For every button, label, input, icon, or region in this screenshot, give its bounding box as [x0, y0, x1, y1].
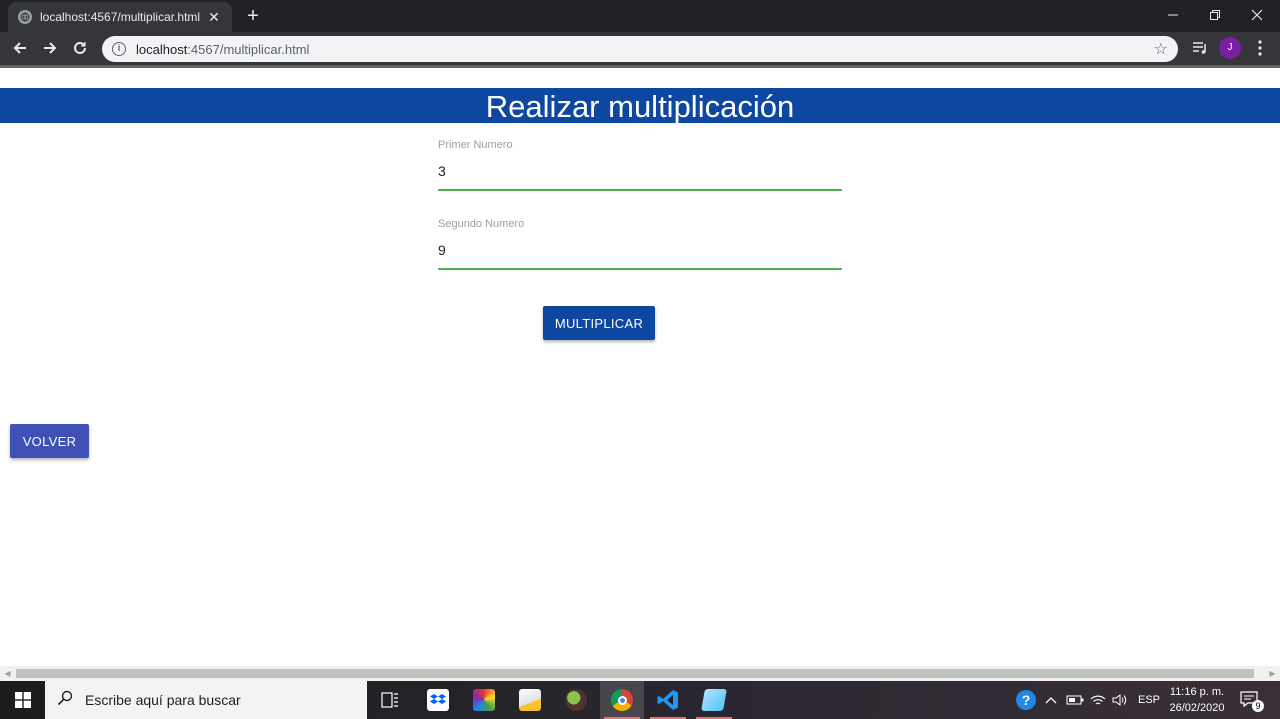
browser-tab-strip: localhost:4567/multiplicar.html ✕ +	[0, 0, 1280, 32]
wifi-icon[interactable]	[1090, 681, 1106, 719]
git-client-icon[interactable]	[554, 681, 598, 719]
dropbox-icon[interactable]	[416, 681, 460, 719]
back-button[interactable]: VOLVER	[10, 424, 89, 458]
search-placeholder: Escribe aquí para buscar	[85, 692, 241, 708]
notes-app-icon[interactable]	[692, 681, 736, 719]
reload-icon[interactable]	[68, 36, 92, 60]
chrome-taskbar-icon[interactable]	[600, 681, 644, 719]
restore-icon[interactable]	[1194, 0, 1236, 30]
tab-close-icon[interactable]: ✕	[206, 9, 222, 25]
photos-app-icon[interactable]	[462, 681, 506, 719]
tab-title: localhost:4567/multiplicar.html	[40, 10, 201, 24]
language-indicator[interactable]: ESP	[1138, 681, 1160, 719]
forward-arrow-icon[interactable]	[38, 36, 62, 60]
system-clock[interactable]: 11:16 p. m. 26/02/2020	[1162, 684, 1232, 716]
avatar-letter: J	[1219, 37, 1241, 59]
windows-start-icon[interactable]	[0, 681, 45, 719]
multiply-button[interactable]: MULTIPLICAR	[543, 306, 655, 340]
taskbar-search[interactable]: Escribe aquí para buscar	[45, 681, 367, 719]
vscode-icon[interactable]	[646, 681, 690, 719]
first-number-input[interactable]	[438, 153, 842, 191]
url-host: localhost	[136, 41, 188, 57]
task-view-icon[interactable]	[368, 681, 412, 719]
browser-toolbar: i localhost:4567/multiplicar.html ☆ J	[0, 32, 1280, 65]
scroll-left-icon[interactable]: ◀	[0, 666, 15, 681]
second-number-field: Segundo Numero	[438, 218, 842, 270]
clock-time: 11:16 p. m.	[1169, 686, 1225, 698]
page-title: Realizar multiplicación	[485, 89, 795, 124]
bookmark-star-icon[interactable]: ☆	[1154, 39, 1168, 59]
first-number-field: Primer Numero	[438, 139, 842, 191]
menu-dots-icon[interactable]	[1250, 36, 1270, 60]
first-number-label: Primer Numero	[438, 139, 513, 151]
toolbar-divider	[0, 65, 1280, 68]
new-tab-button[interactable]: +	[242, 5, 264, 27]
volume-icon[interactable]	[1112, 681, 1128, 719]
page-header: Realizar multiplicación	[0, 88, 1280, 124]
url-path: :4567/multiplicar.html	[187, 41, 310, 57]
horizontal-scrollbar[interactable]: ◀ ▶	[0, 666, 1280, 681]
notifications-icon[interactable]: 9	[1240, 681, 1264, 719]
browser-tab[interactable]: localhost:4567/multiplicar.html ✕	[8, 2, 232, 32]
windows-taskbar: Escribe aquí para buscar ? ESP 11:16 p. …	[0, 681, 1280, 719]
back-arrow-icon[interactable]	[8, 36, 32, 60]
help-icon[interactable]: ?	[1016, 681, 1036, 719]
scrollbar-thumb[interactable]	[16, 669, 1254, 678]
clock-date: 26/02/2020	[1169, 702, 1225, 714]
second-number-label: Segundo Numero	[438, 218, 525, 230]
minimize-icon[interactable]	[1152, 0, 1194, 30]
scroll-right-icon[interactable]: ▶	[1265, 666, 1280, 681]
media-queue-icon[interactable]	[1188, 36, 1212, 60]
second-number-input[interactable]	[438, 232, 842, 270]
site-info-icon[interactable]: i	[112, 42, 126, 56]
battery-icon[interactable]	[1066, 681, 1084, 719]
profile-avatar[interactable]: J	[1218, 36, 1242, 60]
address-bar[interactable]: i localhost:4567/multiplicar.html ☆	[102, 36, 1178, 62]
notification-count-badge: 9	[1252, 700, 1264, 712]
close-window-icon[interactable]	[1236, 0, 1278, 30]
globe-icon	[18, 10, 32, 24]
search-icon	[57, 690, 73, 711]
chevron-up-icon[interactable]	[1045, 681, 1059, 719]
file-explorer-icon[interactable]	[508, 681, 552, 719]
